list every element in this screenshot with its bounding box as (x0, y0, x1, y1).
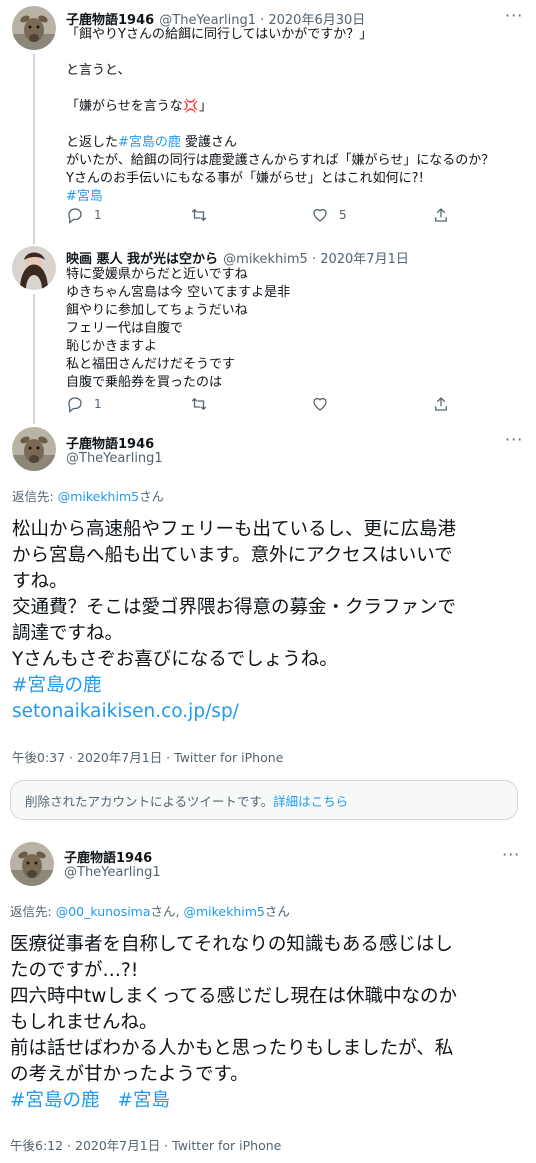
mention-link[interactable]: @00_kunosima (56, 904, 151, 919)
hashtag-link[interactable]: #宮島の鹿 (118, 135, 181, 150)
more-icon[interactable]: ··· (505, 6, 523, 25)
display-name[interactable]: 子鹿物語1946 (66, 433, 154, 452)
hashtag-link[interactable]: #宮島 (118, 1090, 171, 1111)
more-icon[interactable]: ··· (505, 430, 523, 449)
deleted-tweet-notice: 削除されたアカウントによるツイートです。 詳細はこちら (10, 780, 518, 820)
anger-emoji-icon: 💢 (182, 99, 199, 114)
mention-link[interactable]: @mikekhim5 (58, 489, 139, 504)
reply-icon (68, 208, 82, 224)
tweet-header: 映画 悪人 我が光は空から @mikekhim5 · 2020年7月1日 (66, 248, 409, 267)
hashtag-link[interactable]: #宮島 (66, 188, 526, 206)
like-icon (313, 208, 327, 222)
share-button[interactable] (432, 395, 450, 413)
share-icon (435, 397, 447, 411)
user-handle[interactable]: @TheYearling1 (64, 865, 161, 880)
tweet-timestamp[interactable]: 午後6:12 · 2020年7月1日 · Twitter for iPhone (10, 1135, 281, 1154)
tweet-text: 特に愛媛県からだと近いですね ゆきちゃん宮島は今 空いてますよ是非 餌やりに参加… (66, 267, 291, 390)
more-icon[interactable]: ··· (502, 845, 520, 864)
retweet-button[interactable] (190, 395, 208, 413)
reply-button[interactable]: 1 (66, 206, 102, 224)
like-button[interactable]: 5 (311, 206, 347, 224)
url-link[interactable]: setonaikaikisen.co.jp/sp/ (12, 699, 527, 725)
share-button[interactable] (432, 206, 450, 224)
learn-more-link[interactable]: 詳細はこちら (273, 791, 348, 810)
tweet-date[interactable]: · 2020年7月1日 (308, 252, 409, 267)
tweet-text: 「餌やりYさんの給餌に同行してはいかがですか？」 と言うと、 「嫌がらせを言うな… (66, 26, 526, 206)
user-handle[interactable]: @TheYearling1 (66, 451, 163, 466)
retweet-button[interactable] (190, 206, 208, 224)
avatar[interactable] (12, 427, 56, 471)
tweet-text: 医療従事者を自称してそれなりの知識もある感じはし たのですが…?! 四六時中tw… (10, 934, 457, 1111)
thread-line (33, 54, 35, 244)
reply-to: 返信先: @mikekhim5さん (12, 489, 165, 504)
hashtag-link[interactable]: #宮島の鹿 (10, 1090, 100, 1111)
thread-line (33, 294, 35, 424)
avatar[interactable] (10, 842, 54, 886)
user-handle[interactable]: @mikekhim5 (223, 252, 308, 267)
tweet-timestamp[interactable]: 午後0:37 · 2020年7月1日 · Twitter for iPhone (12, 747, 283, 766)
like-button[interactable] (311, 395, 329, 413)
reply-button[interactable]: 1 (66, 395, 102, 413)
reply-to: 返信先: @00_kunosimaさん, @mikekhim5さん (10, 904, 290, 919)
display-name[interactable]: 子鹿物語1946 (64, 847, 152, 866)
reply-icon (68, 397, 82, 413)
mention-link[interactable]: @mikekhim5 (183, 904, 264, 919)
share-icon (435, 208, 447, 222)
avatar[interactable] (12, 6, 56, 50)
retweet-icon (191, 397, 207, 411)
like-icon (313, 397, 327, 411)
display-name[interactable]: 映画 悪人 我が光は空から (66, 252, 218, 267)
tweet-text: 松山から高速船やフェリーも出ているし、更に広島港 から宮島へ船も出ています。意外… (12, 517, 527, 725)
retweet-icon (191, 208, 207, 222)
avatar[interactable] (12, 246, 56, 290)
hashtag-link[interactable]: #宮島の鹿 (12, 673, 527, 699)
